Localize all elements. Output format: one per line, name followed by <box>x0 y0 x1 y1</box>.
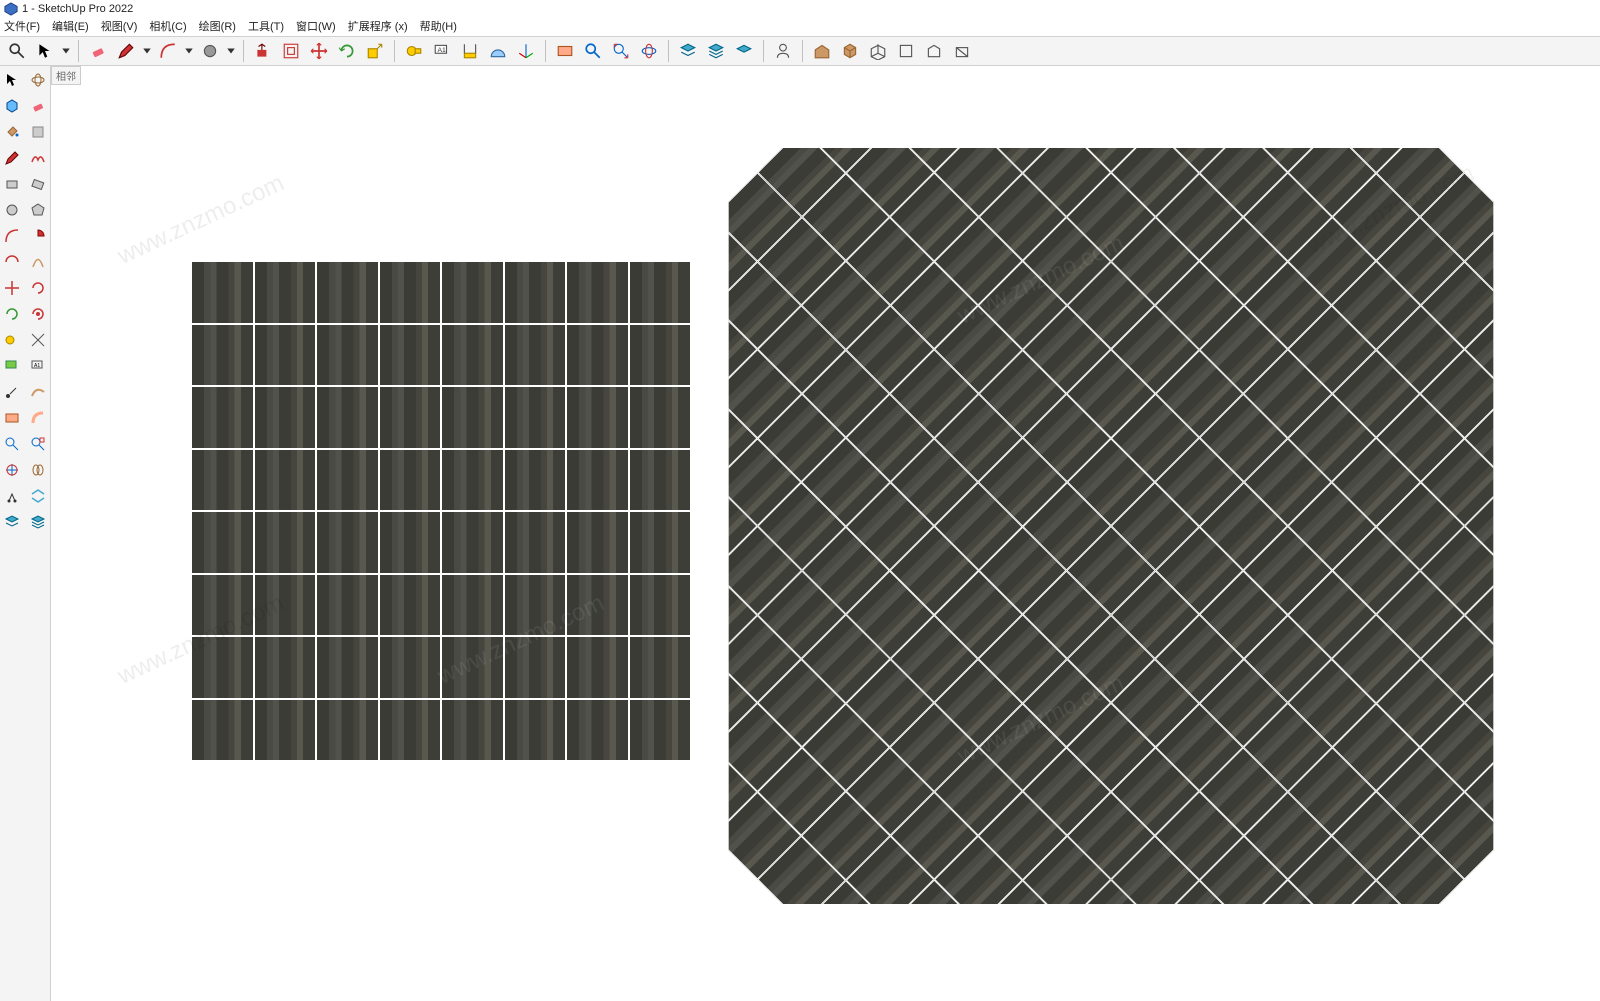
scale-icon[interactable] <box>0 302 24 326</box>
search-icon[interactable] <box>4 38 30 64</box>
walk-icon[interactable] <box>0 484 24 508</box>
protractor-icon[interactable] <box>26 328 50 352</box>
back-view-icon[interactable] <box>949 38 975 64</box>
rectangle-icon[interactable] <box>0 172 24 196</box>
protractor-icon[interactable] <box>485 38 511 64</box>
axes-icon[interactable] <box>513 38 539 64</box>
offset-icon[interactable] <box>26 302 50 326</box>
look-icon[interactable] <box>26 484 50 508</box>
menu-view[interactable]: 视图(V) <box>101 18 138 36</box>
arc-icon[interactable] <box>0 224 24 248</box>
menu-bar: 文件(F) 编辑(E) 视图(V) 相机(C) 绘图(R) 工具(T) 窗口(W… <box>0 18 1600 36</box>
move-icon[interactable] <box>306 38 332 64</box>
tape-icon[interactable] <box>401 38 427 64</box>
text-icon[interactable]: A1 <box>429 38 455 64</box>
section-plane-icon[interactable] <box>552 38 578 64</box>
zoom-window-icon[interactable] <box>26 432 50 456</box>
pie-icon[interactable] <box>26 224 50 248</box>
arc3-icon[interactable] <box>26 250 50 274</box>
zoom-icon[interactable] <box>580 38 606 64</box>
watermark-url: www.znzmo.com <box>114 169 289 270</box>
layers-b-icon[interactable] <box>26 510 50 534</box>
menu-draw[interactable]: 绘图(R) <box>199 18 236 36</box>
select-arrow-icon[interactable] <box>32 38 58 64</box>
dim-icon[interactable]: A1 <box>26 354 50 378</box>
menu-camera[interactable]: 相机(C) <box>149 18 186 36</box>
tile-panel-diagonal <box>721 76 1501 976</box>
scale-icon[interactable] <box>362 38 388 64</box>
pencil-icon[interactable] <box>113 38 139 64</box>
rotate-icon[interactable] <box>26 276 50 300</box>
dropdown-icon[interactable] <box>225 38 237 64</box>
zoom-extents-icon[interactable] <box>0 458 24 482</box>
circle-icon[interactable] <box>0 198 24 222</box>
circle-icon[interactable] <box>197 38 223 64</box>
menu-extensions[interactable]: 扩展程序 (x) <box>348 18 408 36</box>
tape-icon[interactable] <box>0 328 24 352</box>
orbit-icon[interactable] <box>26 68 50 92</box>
layers3-icon[interactable] <box>731 38 757 64</box>
axes-icon[interactable] <box>0 380 24 404</box>
box-icon[interactable] <box>837 38 863 64</box>
pan-icon[interactable] <box>26 458 50 482</box>
top-toolbar: A1 <box>0 36 1600 66</box>
dropdown-icon[interactable] <box>60 38 72 64</box>
menu-edit[interactable]: 编辑(E) <box>52 18 89 36</box>
svg-text:A1: A1 <box>438 47 447 54</box>
components-icon[interactable] <box>0 94 24 118</box>
layers1-icon[interactable] <box>675 38 701 64</box>
iso-view-icon[interactable] <box>865 38 891 64</box>
arc-icon[interactable] <box>155 38 181 64</box>
section-icon[interactable] <box>26 380 50 404</box>
rotated-rect-icon[interactable] <box>26 172 50 196</box>
top-view-icon[interactable] <box>893 38 919 64</box>
pushpull-icon[interactable] <box>250 38 276 64</box>
menu-tools[interactable]: 工具(T) <box>248 18 284 36</box>
title-bar: 1 - SketchUp Pro 2022 <box>0 0 1600 18</box>
sketchup-app-icon <box>4 2 18 16</box>
offset-icon[interactable] <box>278 38 304 64</box>
viewport[interactable]: 相邻 www.znzmo.com www.znzmo.com www.znzmo… <box>51 66 1600 1001</box>
layers2-icon[interactable] <box>703 38 729 64</box>
eraser-icon[interactable] <box>26 94 50 118</box>
pencil-icon[interactable] <box>0 146 24 170</box>
pushpull-icon[interactable] <box>0 406 24 430</box>
window-title: 1 - SketchUp Pro 2022 <box>22 0 133 18</box>
dimension-icon[interactable] <box>457 38 483 64</box>
arc2-icon[interactable] <box>0 250 24 274</box>
zoom-icon[interactable] <box>0 432 24 456</box>
dropdown-icon[interactable] <box>141 38 153 64</box>
menu-help[interactable]: 帮助(H) <box>420 18 457 36</box>
menu-file[interactable]: 文件(F) <box>4 18 40 36</box>
select-arrow-icon[interactable] <box>0 68 24 92</box>
freehand-icon[interactable] <box>26 146 50 170</box>
watermark-id: ID：1161799542 <box>1475 977 1580 997</box>
dropdown-icon[interactable] <box>183 38 195 64</box>
left-toolbar: A1 <box>0 66 51 1001</box>
zoom-extents-icon[interactable] <box>608 38 634 64</box>
orbit-icon[interactable] <box>636 38 662 64</box>
scene-tab[interactable]: 相邻 <box>51 66 81 85</box>
materials-icon[interactable] <box>26 120 50 144</box>
followme-icon[interactable] <box>26 406 50 430</box>
layers-a-icon[interactable] <box>0 510 24 534</box>
rotate-icon[interactable] <box>334 38 360 64</box>
text-icon[interactable] <box>0 354 24 378</box>
paint-bucket-icon[interactable] <box>0 120 24 144</box>
svg-text:A1: A1 <box>34 363 40 369</box>
user-icon[interactable] <box>770 38 796 64</box>
menu-window[interactable]: 窗口(W) <box>296 18 336 36</box>
move-icon[interactable] <box>0 276 24 300</box>
eraser-icon[interactable] <box>85 38 111 64</box>
front-view-icon[interactable] <box>921 38 947 64</box>
tile-panel-straight <box>191 261 691 761</box>
polygon-icon[interactable] <box>26 198 50 222</box>
warehouse-icon[interactable] <box>809 38 835 64</box>
watermark-brand: 知末 <box>1484 919 1580 985</box>
